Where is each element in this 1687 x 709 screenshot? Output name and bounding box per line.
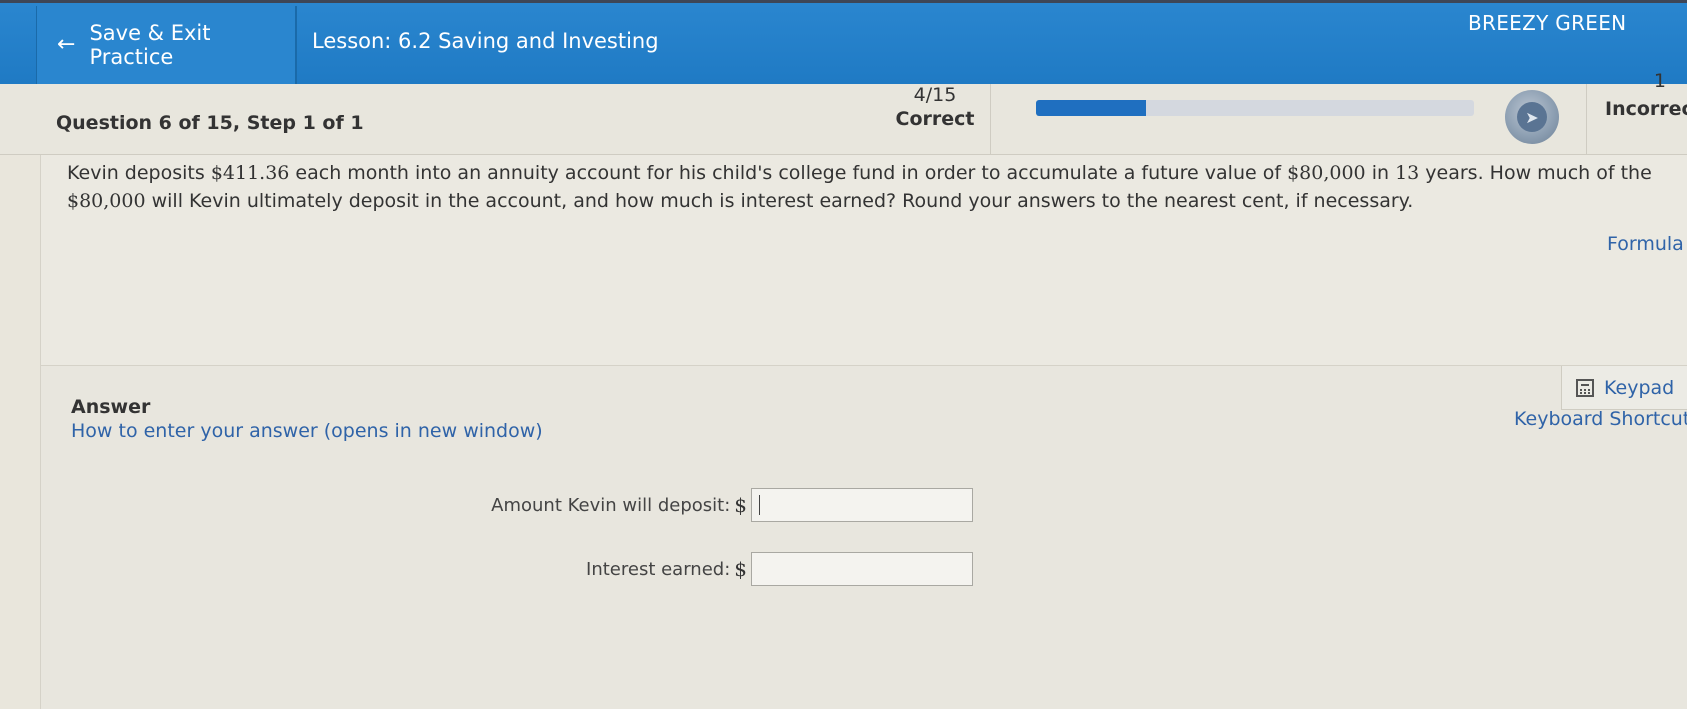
question-text-part: Kevin deposits (67, 162, 211, 184)
deposit-currency-symbol: $ (734, 493, 747, 517)
future-value: $80,000 (1287, 162, 1366, 184)
calculator-icon (1576, 378, 1594, 397)
back-arrow-icon: ← (57, 32, 76, 57)
how-to-enter-answer-link[interactable]: How to enter your answer (opens in new w… (71, 420, 543, 442)
interest-field-row: Interest earned: $ (586, 552, 973, 586)
question-text-part: years. How much of the (1419, 162, 1652, 184)
deposit-field-row: Amount Kevin will deposit: $ (491, 488, 973, 522)
save-exit-button[interactable]: ← Save & Exit Practice (36, 6, 297, 84)
question-text: Kevin deposits $411.36 each month into a… (67, 159, 1667, 215)
correct-label: Correct (895, 108, 975, 130)
question-text-part: in (1365, 162, 1396, 184)
correct-score: 4/15 Correct (880, 84, 991, 154)
question-text-part: each month into an annuity account for h… (289, 162, 1288, 184)
keyboard-shortcuts-link[interactable]: Keyboard Shortcuts (1514, 408, 1687, 430)
correct-fraction: 4/15 (913, 84, 957, 106)
question-counter: Question 6 of 15, Step 1 of 1 (56, 112, 364, 134)
user-name[interactable]: BREEZY GREEN (1468, 11, 1626, 35)
interest-earned-input[interactable] (751, 552, 973, 586)
deposit-amount: $411.36 (210, 162, 290, 184)
interest-currency-symbol: $ (734, 557, 747, 581)
progress-bar (1036, 100, 1474, 116)
answer-heading: Answer (71, 396, 151, 418)
years-value: 13 (1395, 162, 1420, 184)
top-bar: ← Save & Exit Practice Lesson: 6.2 Savin… (0, 0, 1687, 84)
lesson-title: Lesson: 6.2 Saving and Investing (312, 29, 659, 53)
interest-field-label: Interest earned: (586, 558, 731, 580)
incorrect-count: 1 (1653, 70, 1666, 92)
incorrect-score: 1 Incorrect (1586, 70, 1687, 154)
question-panel: Kevin deposits $411.36 each month into a… (40, 155, 1687, 365)
formula-link[interactable]: Formula (1607, 233, 1684, 255)
deposit-field-label: Amount Kevin will deposit: (491, 494, 731, 516)
future-value-repeat: $80,000 (67, 190, 146, 212)
keypad-button[interactable]: Keypad (1561, 366, 1687, 410)
save-exit-label: Save & Exit Practice (89, 21, 211, 69)
progress-fill (1036, 100, 1146, 116)
status-strip: Question 6 of 15, Step 1 of 1 4/15 Corre… (0, 70, 1687, 155)
deposit-amount-input[interactable] (751, 488, 973, 522)
question-text-part: will Kevin ultimately deposit in the acc… (145, 190, 1414, 212)
incorrect-label: Incorrect (1605, 98, 1687, 120)
deposit-input-wrap (751, 488, 973, 522)
achievement-badge-icon[interactable]: ➤ (1505, 90, 1559, 144)
answer-panel: Answer How to enter your answer (opens i… (40, 365, 1687, 709)
badge-emblem-icon: ➤ (1517, 102, 1547, 132)
keypad-label: Keypad (1604, 376, 1675, 399)
text-cursor (759, 495, 760, 515)
